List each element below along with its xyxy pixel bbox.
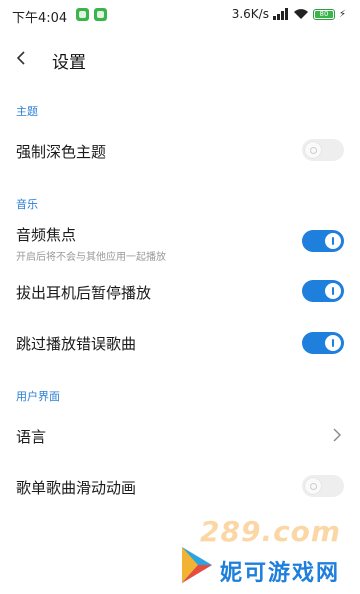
setting-title: 拔出耳机后暂停播放 [16, 284, 152, 302]
watermark-text: 妮可游戏网 [220, 561, 341, 586]
setting-row-playlist-animation[interactable]: 歌单歌曲滑动动画 [0, 466, 360, 506]
status-time: 下午4:04 [12, 11, 68, 26]
notification-icon [94, 8, 107, 21]
playlist-animation-toggle[interactable] [302, 475, 344, 497]
skip-error-songs-toggle[interactable] [302, 332, 344, 354]
force-dark-toggle[interactable] [302, 139, 344, 161]
audio-focus-toggle[interactable] [302, 230, 344, 252]
signal-icon [272, 8, 289, 20]
section-header-ui: 用户界面 [16, 390, 60, 403]
setting-title: 跳过播放错误歌曲 [16, 335, 137, 353]
setting-row-pause-on-unplug[interactable]: 拔出耳机后暂停播放 [0, 272, 360, 312]
battery-level: 80 [314, 10, 333, 18]
battery-icon: 80 [312, 8, 335, 20]
page-title: 设置 [52, 53, 86, 73]
network-speed: 3.6K/s [231, 7, 269, 21]
setting-row-language[interactable]: 语言 [0, 415, 360, 455]
chevron-left-icon[interactable] [14, 50, 28, 66]
notification-icon [76, 8, 89, 21]
charging-icon: ⚡ [338, 8, 346, 20]
setting-title: 强制深色主题 [16, 143, 107, 161]
setting-row-force-dark[interactable]: 强制深色主题 [0, 130, 360, 170]
setting-title: 音频焦点 [16, 226, 77, 244]
setting-subtitle: 开启后将不会与其他应用一起播放 [16, 252, 166, 263]
setting-title: 语言 [16, 428, 47, 446]
pause-on-unplug-toggle[interactable] [302, 280, 344, 302]
status-bar: 下午4:04 3.6K/s 80 ⚡ [0, 0, 360, 30]
app-header: 设置 [0, 40, 360, 80]
wifi-icon [293, 9, 308, 19]
setting-title: 歌单歌曲滑动动画 [16, 479, 137, 497]
section-header-theme: 主题 [16, 105, 38, 118]
chevron-right-icon [333, 428, 341, 442]
setting-row-skip-error-songs[interactable]: 跳过播放错误歌曲 [0, 323, 360, 363]
section-header-music: 音乐 [16, 198, 38, 211]
setting-row-audio-focus[interactable]: 音频焦点 开启后将不会与其他应用一起播放 [0, 220, 360, 266]
play-logo-icon [182, 547, 212, 583]
status-right: 3.6K/s 80 ⚡ [232, 7, 346, 21]
watermark-logo: 289.com [200, 515, 342, 548]
